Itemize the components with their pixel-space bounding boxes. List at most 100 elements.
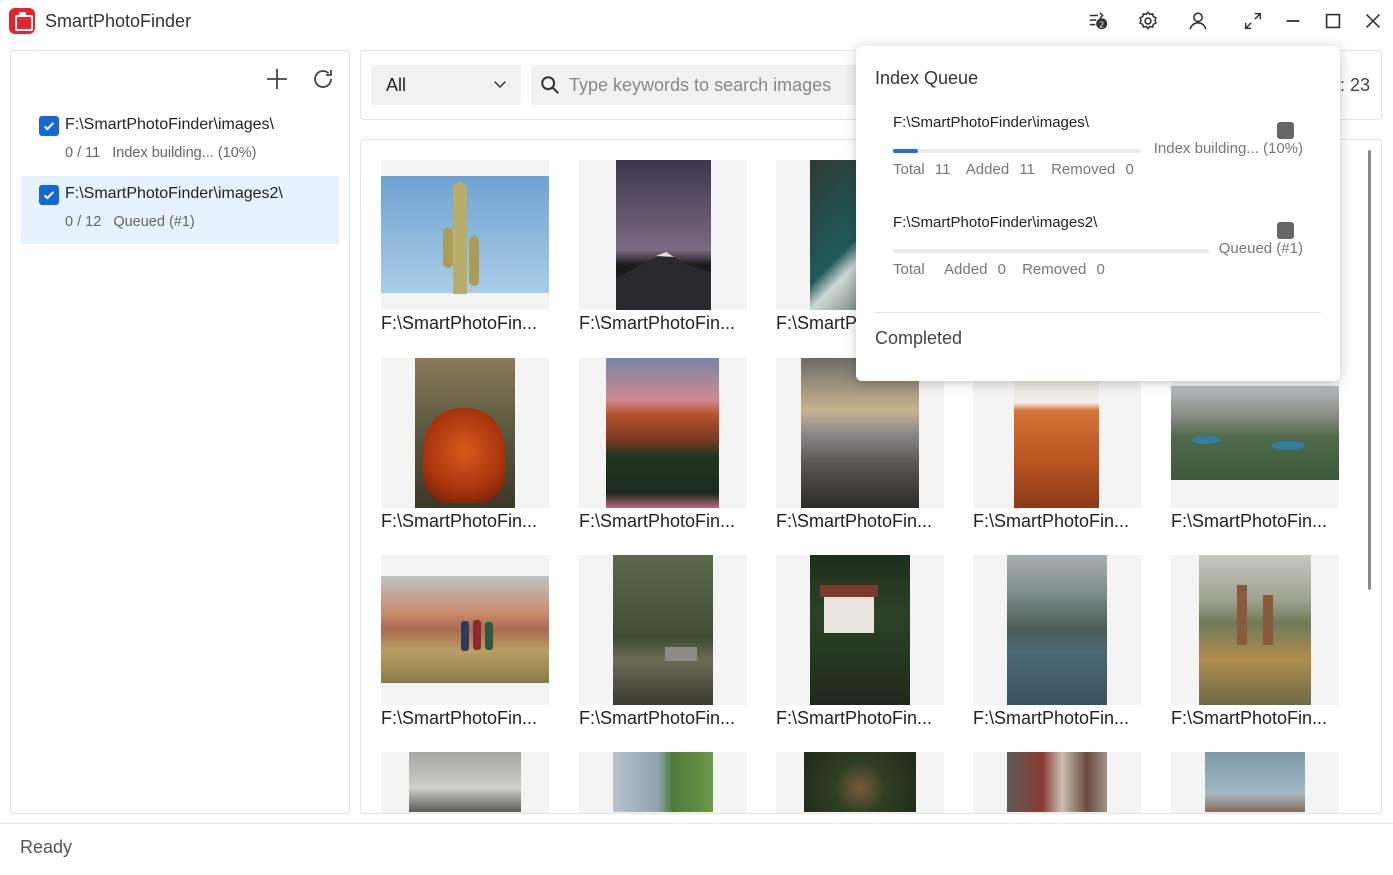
thumbnail-frame xyxy=(381,752,549,813)
thumbnail-frame xyxy=(1171,752,1339,813)
result-count: : 23 xyxy=(1340,75,1371,95)
chevron-down-icon xyxy=(491,75,509,93)
folder-state: Queued (#1) xyxy=(113,214,195,230)
thumbnail-caption: F:\SmartPhotoFin... xyxy=(381,708,538,728)
thumbnail-frame xyxy=(579,752,747,813)
thumbnail-frame xyxy=(776,555,944,705)
thumbnail-frame xyxy=(579,358,747,508)
thumbnail-caption: F:\SmartPhotoFin... xyxy=(776,708,933,728)
folder-status: 0 / 12 Queued (#1) xyxy=(65,214,203,230)
gallery-scrollbar[interactable] xyxy=(1368,150,1371,590)
removed-label: Removed xyxy=(1022,261,1087,278)
index-queue-popup: Index Queue F:\SmartPhotoFinder\images\ … xyxy=(856,46,1340,381)
add-folder-icon[interactable] xyxy=(265,67,289,91)
queue-item-path: F:\SmartPhotoFinder\images2\ xyxy=(893,214,1098,231)
thumbnail-image xyxy=(415,358,515,508)
image-thumbnail[interactable]: F:\SmartPhotoFin... xyxy=(381,555,549,728)
folder-status: 0 / 11 Index building... (10%) xyxy=(65,145,265,161)
thumbnail-image xyxy=(1007,752,1107,812)
thumbnail-frame xyxy=(973,555,1141,705)
type-filter-select[interactable]: All xyxy=(371,65,521,105)
thumbnail-image xyxy=(1171,386,1339,480)
thumbnail-frame xyxy=(973,752,1141,813)
folder-panel: F:\SmartPhotoFinder\images\ 0 / 11 Index… xyxy=(10,50,350,814)
folder-item-selected[interactable]: F:\SmartPhotoFinder\images2\ 0 / 12 Queu… xyxy=(21,176,339,244)
image-thumbnail[interactable]: F:\SmartPhotoFin... xyxy=(579,160,747,333)
thumbnail-frame xyxy=(381,555,549,705)
thumbnail-caption: F:\SmartPhotoFin... xyxy=(579,708,736,728)
search-icon xyxy=(539,74,561,96)
image-thumbnail[interactable]: F:\SmartPhotoFin... xyxy=(579,358,747,531)
queue-divider xyxy=(875,312,1321,313)
thumbnail-caption: F:\SmartPhotoFin... xyxy=(381,511,538,531)
folder-path: F:\SmartPhotoFinder\images\ xyxy=(65,116,274,133)
added-label: Added xyxy=(965,161,1010,178)
maximize-icon[interactable] xyxy=(1321,9,1345,33)
thumbnail-frame xyxy=(381,358,549,508)
thumbnail-caption: F:\SmartPhotoFin... xyxy=(579,313,736,333)
thumbnail-image xyxy=(606,358,719,508)
minimize-icon[interactable] xyxy=(1281,9,1305,33)
thumbnail-caption: F:\SmartP xyxy=(776,313,858,333)
thumbnail-frame xyxy=(579,160,747,310)
thumbnail-image xyxy=(381,576,549,683)
thumbnail-caption: F:\SmartPhotoFin... xyxy=(973,708,1130,728)
type-filter-value: All xyxy=(386,75,407,95)
app-logo-icon xyxy=(9,8,35,34)
close-icon[interactable] xyxy=(1361,9,1385,33)
thumbnail-image xyxy=(381,176,549,294)
queue-item-path: F:\SmartPhotoFinder\images\ xyxy=(893,114,1089,131)
image-thumbnail[interactable]: F:\SmartPhotoFin... xyxy=(381,358,549,531)
folder-count: 0 / 12 xyxy=(65,214,102,230)
image-thumbnail[interactable] xyxy=(1171,752,1339,813)
folder-item[interactable]: F:\SmartPhotoFinder\images\ 0 / 11 Index… xyxy=(21,107,339,175)
stop-icon[interactable] xyxy=(1277,122,1294,139)
image-thumbnail[interactable] xyxy=(579,752,747,813)
status-bar: Ready xyxy=(0,823,1393,875)
removed-value: 0 xyxy=(1096,261,1105,278)
queue-item: F:\SmartPhotoFinder\images\ Index buildi… xyxy=(893,114,1303,204)
thumbnail-image xyxy=(613,752,713,812)
svg-text:2: 2 xyxy=(1099,19,1104,29)
tasks-badge-icon[interactable]: 2 xyxy=(1086,9,1110,33)
queue-item: F:\SmartPhotoFinder\images2\ Queued (#1)… xyxy=(893,214,1303,304)
added-value: 11 xyxy=(1019,161,1035,178)
total-value: 11 xyxy=(934,161,951,178)
image-thumbnail[interactable]: F:\SmartPhotoFin... xyxy=(973,555,1141,728)
thumbnail-frame xyxy=(579,555,747,705)
folder-state: Index building... (10%) xyxy=(112,145,257,161)
settings-icon[interactable] xyxy=(1136,9,1160,33)
removed-label: Removed xyxy=(1051,161,1116,178)
folder-checkbox[interactable] xyxy=(39,185,59,205)
folder-path: F:\SmartPhotoFinder\images2\ xyxy=(65,185,283,202)
image-thumbnail[interactable]: F:\SmartPhotoFin... xyxy=(579,555,747,728)
queue-item-stats: Total Added 0 Removed 0 xyxy=(893,261,1111,278)
queue-progress-bar xyxy=(893,249,1209,253)
total-label: Total xyxy=(893,261,925,278)
thumbnail-image xyxy=(613,555,713,705)
total-label: Total xyxy=(893,161,925,178)
queue-title: Index Queue xyxy=(875,68,979,88)
image-thumbnail[interactable] xyxy=(381,752,549,813)
search-input[interactable] xyxy=(569,65,859,105)
thumbnail-caption: F:\SmartPhotoFin... xyxy=(381,313,538,333)
folder-count: 0 / 11 xyxy=(65,145,101,161)
image-thumbnail[interactable]: F:\SmartPhotoFin... xyxy=(776,555,944,728)
fullscreen-icon[interactable] xyxy=(1241,9,1265,33)
image-thumbnail[interactable]: F:\SmartPhotoFin... xyxy=(1171,555,1339,728)
image-thumbnail[interactable] xyxy=(973,752,1141,813)
thumbnail-frame xyxy=(1171,555,1339,705)
user-icon[interactable] xyxy=(1186,9,1210,33)
folder-checkbox[interactable] xyxy=(39,116,59,136)
search-box[interactable] xyxy=(531,65,861,105)
thumbnail-image xyxy=(804,752,916,812)
queue-progress-bar xyxy=(893,149,1141,153)
queue-item-stats: Total 11 Added 11 Removed 0 xyxy=(893,161,1140,178)
stop-icon[interactable] xyxy=(1277,222,1294,239)
refresh-icon[interactable] xyxy=(311,67,335,91)
thumbnail-caption: F:\SmartPhotoFin... xyxy=(1171,708,1328,728)
thumbnail-frame xyxy=(381,160,549,310)
thumbnail-image xyxy=(616,160,711,310)
image-thumbnail[interactable]: F:\SmartPhotoFin... xyxy=(381,160,549,333)
image-thumbnail[interactable] xyxy=(776,752,944,813)
